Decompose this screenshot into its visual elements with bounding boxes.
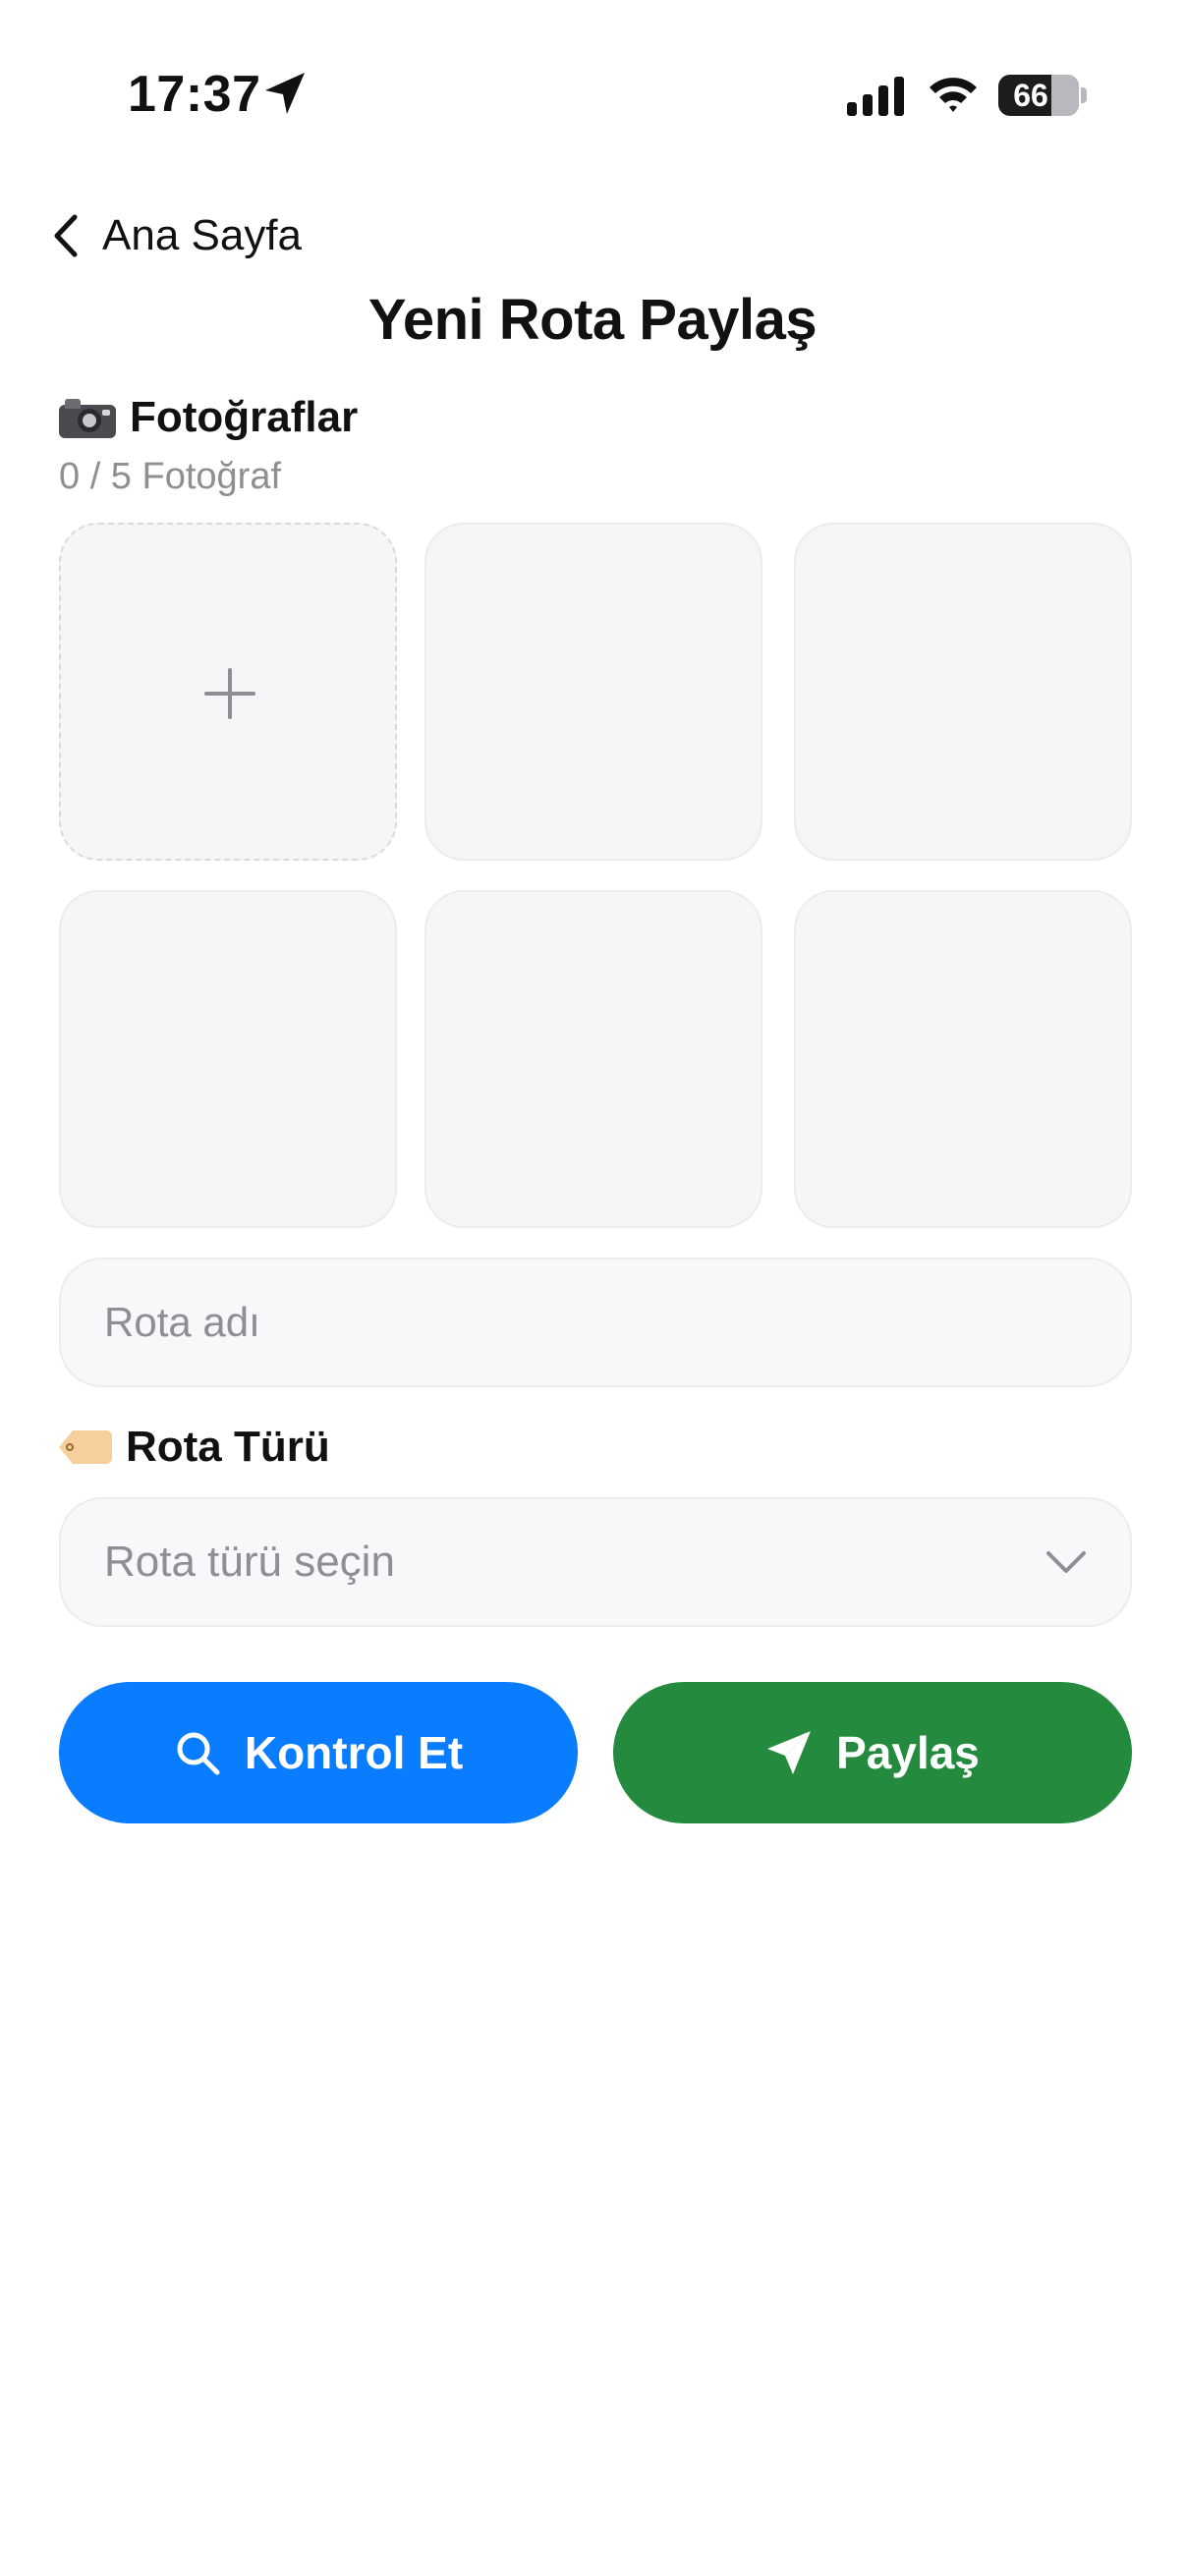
battery-icon: 66 (998, 75, 1079, 116)
route-type-heading-label: Rota Türü (126, 1423, 330, 1471)
route-name-field[interactable] (59, 1258, 1132, 1387)
chevron-down-icon (1046, 1551, 1086, 1573)
cellular-signal-icon (847, 77, 904, 116)
battery-level: 66 (1013, 78, 1048, 113)
paper-plane-icon (767, 1731, 812, 1774)
route-name-input[interactable] (104, 1299, 1087, 1346)
route-type-heading: Rota Türü (59, 1423, 330, 1472)
chevron-left-icon (54, 214, 78, 257)
back-button[interactable]: Ana Sayfa (51, 206, 302, 265)
tag-icon (59, 1430, 112, 1464)
photo-slot (424, 523, 762, 861)
route-type-select[interactable]: Rota türü seçin (59, 1497, 1132, 1627)
photo-slot (59, 890, 397, 1228)
route-type-selected-label: Rota türü seçin (104, 1538, 395, 1586)
photo-slot (424, 890, 762, 1228)
page-title: Yeni Rota Paylaş (367, 288, 818, 352)
magnifying-glass-icon (177, 1732, 220, 1775)
photo-count: 0 / 5 Fotoğraf (59, 456, 282, 497)
battery-cap (1081, 87, 1087, 103)
photo-slot (794, 890, 1132, 1228)
status-bar: 17:37 66 (0, 0, 1185, 187)
photos-heading-label: Fotoğraflar (130, 393, 359, 441)
add-photo-button[interactable] (59, 523, 397, 861)
photo-slot (794, 523, 1132, 861)
new-route-share-screen: 17:37 66 Ana Sayfa Yeni Rota Paylaş Foto… (0, 0, 1185, 2576)
share-button[interactable]: Paylaş (613, 1682, 1132, 1823)
back-button-label: Ana Sayfa (102, 211, 303, 259)
location-arrow-icon (265, 73, 305, 114)
check-button-label: Kontrol Et (244, 1727, 464, 1778)
camera-icon (59, 397, 116, 438)
plus-icon (204, 668, 255, 719)
wifi-icon (930, 78, 977, 112)
check-button[interactable]: Kontrol Et (59, 1682, 578, 1823)
share-button-label: Paylaş (836, 1727, 980, 1778)
photos-section-heading: Fotoğraflar (59, 393, 358, 442)
status-time: 17:37 (128, 66, 261, 123)
